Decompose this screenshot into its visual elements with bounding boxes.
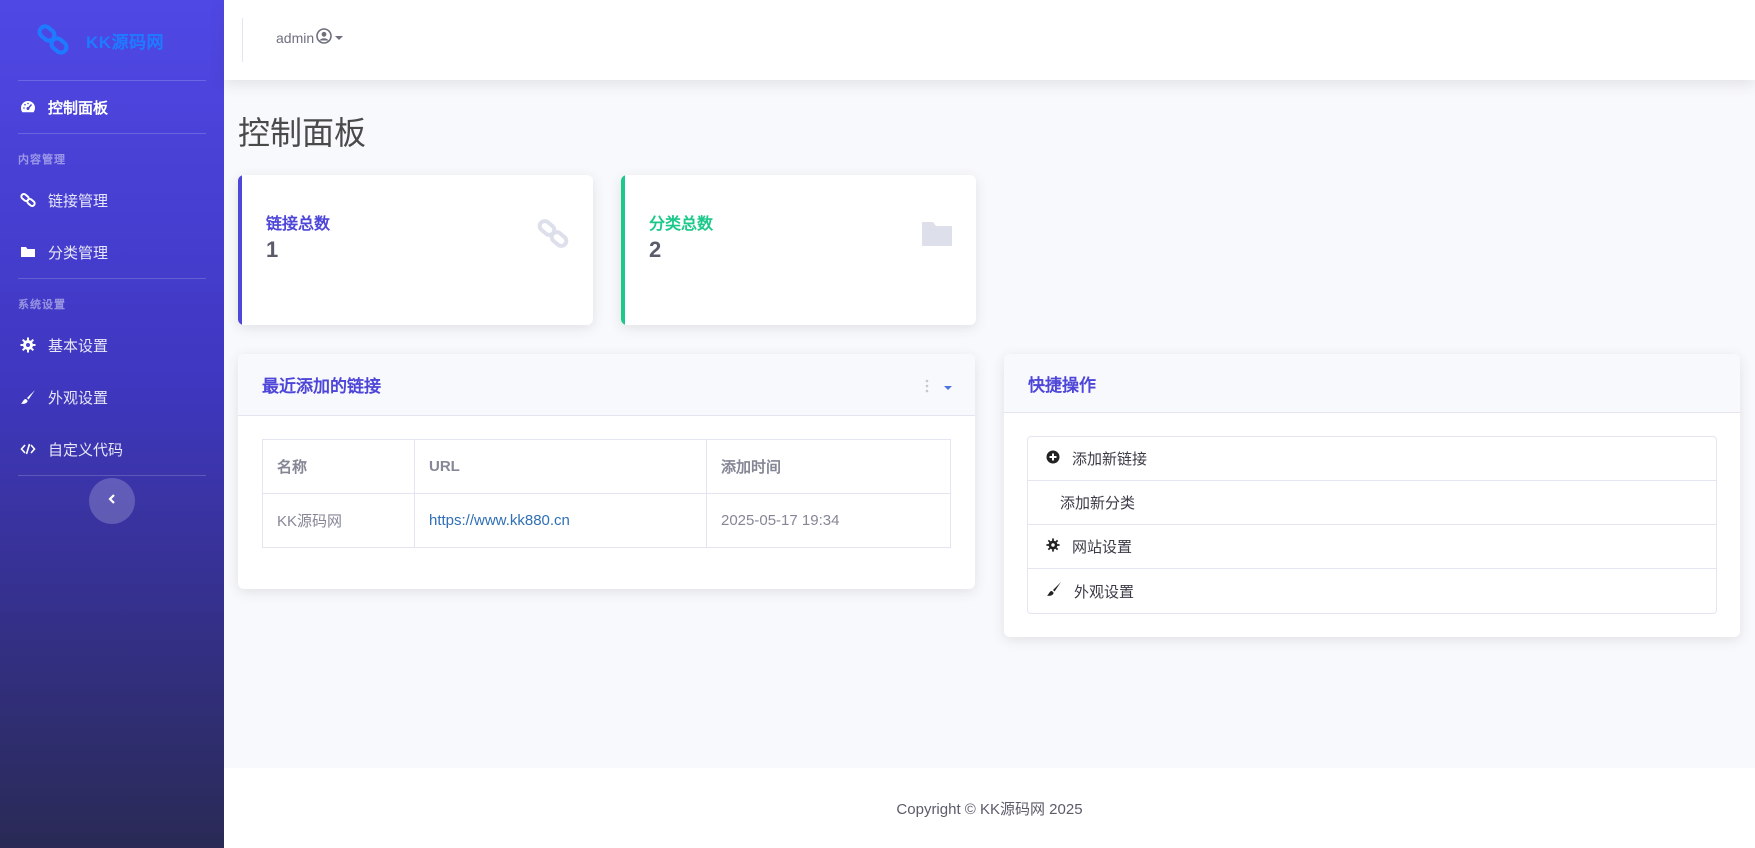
sidebar-item-label: 自定义代码 xyxy=(48,441,124,459)
caret-down-icon xyxy=(334,30,344,46)
sidebar-item-basic-settings[interactable]: 基本设置 xyxy=(0,319,224,371)
stat-card-links: 链接总数 1 xyxy=(238,175,593,325)
brand-name: KK源码网 xyxy=(86,32,165,52)
quick-action-label: 外观设置 xyxy=(1074,583,1135,601)
stat-card-accent xyxy=(621,175,625,325)
quick-actions-panel: 快捷操作 添加新链接 添加新分类 网站设置 外观设置 xyxy=(1004,354,1740,637)
quick-action-label: 添加新链接 xyxy=(1072,451,1148,468)
sidebar-item-label: 基本设置 xyxy=(48,337,109,355)
cell-name: KK源码网 xyxy=(262,493,415,548)
footer: Copyright © KK源码网 2025 xyxy=(224,768,1755,848)
stat-card-categories: 分类总数 2 xyxy=(621,175,976,325)
plus-circle-icon xyxy=(1046,450,1060,468)
panel-title: 快捷操作 xyxy=(1028,375,1096,395)
paintbrush-icon xyxy=(1046,581,1062,601)
quick-action-label: 网站设置 xyxy=(1072,539,1133,556)
quick-action-appearance[interactable]: 外观设置 xyxy=(1028,569,1716,613)
copyright-text: Copyright © KK源码网 2025 xyxy=(896,800,1083,818)
link-icon xyxy=(20,192,36,208)
quick-actions-list: 添加新链接 添加新分类 网站设置 外观设置 xyxy=(1027,436,1717,614)
sidebar-divider xyxy=(18,278,206,279)
user-menu[interactable]: admin xyxy=(276,28,344,47)
stat-label: 分类总数 xyxy=(649,216,714,233)
sidebar-heading-content: 内容管理 xyxy=(18,154,66,166)
recent-links-table: 名称 URL 添加时间 KK源码网 https://www.kk880.cn 2… xyxy=(262,439,951,548)
username: admin xyxy=(276,29,315,46)
quick-action-add-link[interactable]: 添加新链接 xyxy=(1028,437,1716,481)
caret-down-icon[interactable] xyxy=(943,378,953,398)
code-icon xyxy=(20,441,36,457)
cell-time: 2025-05-17 19:34 xyxy=(706,493,951,548)
gear-icon xyxy=(1046,537,1060,556)
panel-tools xyxy=(925,378,953,398)
panel-header: 快捷操作 xyxy=(1004,354,1740,413)
sidebar-item-appearance[interactable]: 外观设置 xyxy=(0,371,224,423)
panel-header: 最近添加的链接 xyxy=(238,354,975,416)
chevron-left-icon xyxy=(106,492,118,510)
folder-icon xyxy=(920,217,954,251)
table-row: KK源码网 https://www.kk880.cn 2025-05-17 19… xyxy=(262,493,951,548)
sidebar-item-dashboard[interactable]: 控制面板 xyxy=(0,81,224,133)
recent-links-panel: 最近添加的链接 名称 URL 添加时间 KK源码网 https://www.kk… xyxy=(238,354,975,589)
quick-action-label: 添加新分类 xyxy=(1060,495,1136,512)
paintbrush-icon xyxy=(20,389,36,405)
sidebar-item-links[interactable]: 链接管理 xyxy=(0,174,224,226)
url-link[interactable]: https://www.kk880.cn xyxy=(429,512,570,529)
link-logo-icon xyxy=(34,20,74,60)
stat-label: 链接总数 xyxy=(266,216,331,233)
folder-icon xyxy=(20,244,36,260)
stat-card-accent xyxy=(238,175,242,325)
sidebar-item-custom-code[interactable]: 自定义代码 xyxy=(0,423,224,475)
sidebar-item-label: 外观设置 xyxy=(48,389,109,407)
brand[interactable]: KK源码网 xyxy=(0,0,224,80)
link-icon xyxy=(537,217,571,251)
sidebar-item-label: 分类管理 xyxy=(48,244,109,262)
sidebar-item-label: 控制面板 xyxy=(48,99,109,117)
table-header-row: 名称 URL 添加时间 xyxy=(262,439,951,494)
quick-action-site-settings[interactable]: 网站设置 xyxy=(1028,525,1716,569)
sidebar-toggle-button[interactable] xyxy=(89,478,135,524)
tachometer-icon xyxy=(20,99,36,115)
page-title: 控制面板 xyxy=(238,115,367,151)
sidebar-divider xyxy=(18,133,206,134)
column-header-name: 名称 xyxy=(262,439,415,494)
quick-action-add-category[interactable]: 添加新分类 xyxy=(1028,481,1716,525)
user-circle-icon xyxy=(316,28,332,47)
more-vertical-icon[interactable] xyxy=(925,378,929,398)
sidebar-divider xyxy=(18,475,206,476)
sidebar-heading-system: 系统设置 xyxy=(18,299,66,311)
cell-url: https://www.kk880.cn xyxy=(414,493,707,548)
topbar-divider xyxy=(242,18,243,62)
column-header-time: 添加时间 xyxy=(706,439,951,494)
sidebar: KK源码网 控制面板 内容管理 链接管理 分类管理 系统设置 基本设置 外观设置 xyxy=(0,0,224,848)
stat-value: 1 xyxy=(266,237,279,262)
topbar: admin xyxy=(224,0,1755,80)
gear-icon xyxy=(20,337,36,353)
column-header-url: URL xyxy=(414,439,707,494)
stat-value: 2 xyxy=(649,237,662,262)
sidebar-item-label: 链接管理 xyxy=(48,192,109,210)
panel-title: 最近添加的链接 xyxy=(262,377,381,396)
sidebar-item-categories[interactable]: 分类管理 xyxy=(0,226,224,278)
